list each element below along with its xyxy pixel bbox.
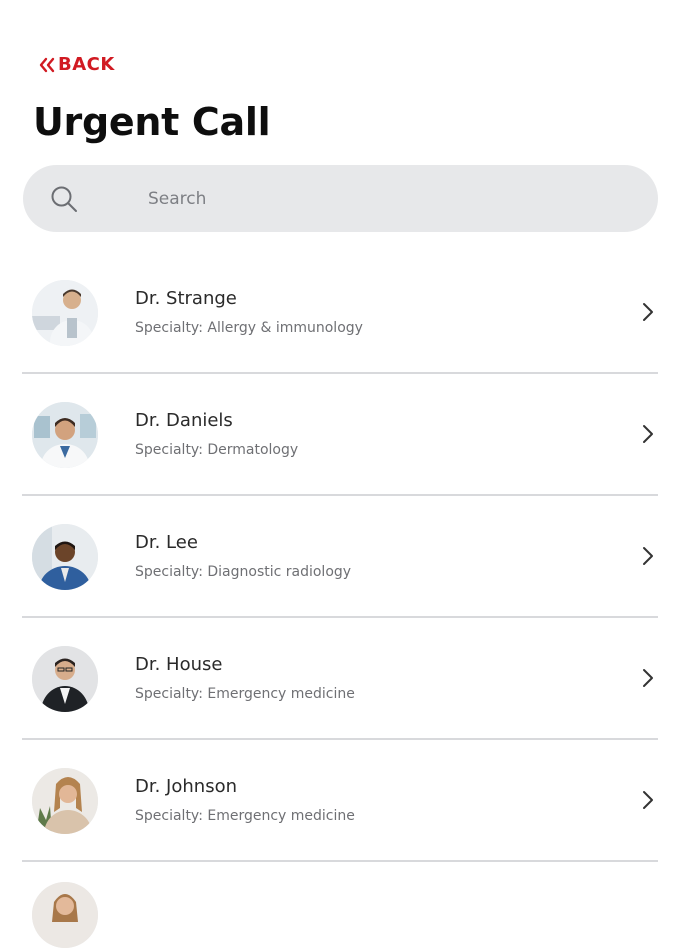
doctor-specialty: Specialty: Emergency medicine [135, 808, 355, 824]
doctor-name: Dr. Johnson [135, 776, 237, 797]
doctor-row-daniels[interactable]: Dr. Daniels Specialty: Dermatology [22, 374, 658, 496]
search-input[interactable] [148, 165, 628, 232]
avatar [32, 524, 98, 590]
chevron-right-icon[interactable] [640, 789, 656, 811]
back-button[interactable]: BACK [38, 54, 115, 75]
doctor-list: Dr. Strange Specialty: Allergy & immunol… [0, 252, 675, 948]
doctor-name: Dr. Lee [135, 532, 198, 553]
avatar [32, 402, 98, 468]
doctor-specialty: Specialty: Dermatology [135, 442, 299, 458]
doctor-row-johnson[interactable]: Dr. Johnson Specialty: Emergency medicin… [22, 740, 658, 862]
back-label: BACK [58, 54, 115, 75]
double-chevron-left-icon [38, 57, 56, 73]
doctor-name: Dr. House [135, 654, 223, 675]
avatar [32, 768, 98, 834]
chevron-right-icon[interactable] [640, 301, 656, 323]
page-title: Urgent Call [33, 100, 271, 144]
avatar [32, 882, 98, 948]
doctor-row-lee[interactable]: Dr. Lee Specialty: Diagnostic radiology [22, 496, 658, 618]
search-icon[interactable] [49, 184, 79, 214]
search-bar[interactable] [23, 165, 658, 232]
doctor-row-strange[interactable]: Dr. Strange Specialty: Allergy & immunol… [22, 252, 658, 374]
doctor-specialty: Specialty: Diagnostic radiology [135, 564, 352, 580]
avatar [32, 280, 98, 346]
doctor-name: Dr. Strange [135, 288, 237, 309]
doctor-specialty: Specialty: Emergency medicine [135, 686, 355, 702]
chevron-right-icon[interactable] [640, 667, 656, 689]
chevron-right-icon[interactable] [640, 423, 656, 445]
chevron-right-icon[interactable] [640, 545, 656, 567]
avatar [32, 646, 98, 712]
doctor-specialty: Specialty: Allergy & immunology [135, 320, 363, 336]
doctor-row-house[interactable]: Dr. House Specialty: Emergency medicine [22, 618, 658, 740]
doctor-row-partial[interactable] [22, 862, 658, 948]
doctor-name: Dr. Daniels [135, 410, 233, 431]
